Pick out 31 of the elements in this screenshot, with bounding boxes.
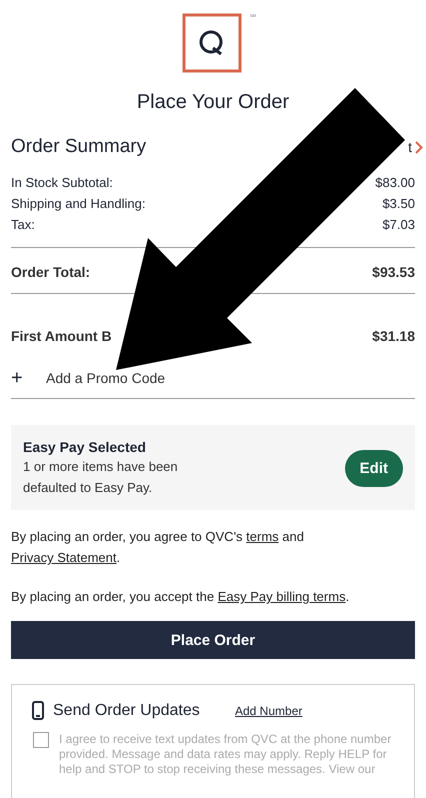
line-value: $7.03	[382, 216, 415, 234]
summary-link[interactable]: t	[408, 139, 412, 155]
edit-button[interactable]: Edit	[344, 450, 403, 487]
place-order-button[interactable]: Place Order	[11, 621, 415, 659]
line-label: Tax:	[11, 216, 35, 234]
plus-icon[interactable]: +	[11, 368, 46, 388]
total-value: $93.53	[372, 264, 415, 280]
line-label: Shipping and Handling:	[11, 195, 146, 213]
terms-link[interactable]: Privacy Statement	[11, 550, 116, 565]
add-number-link[interactable]: Add Number	[235, 704, 302, 718]
terms-link[interactable]: Easy Pay billing terms	[218, 589, 346, 604]
section-title: Order Summary	[11, 136, 148, 158]
promo-code-link[interactable]: Add a Promo Code	[46, 370, 166, 386]
phone-icon	[32, 701, 44, 720]
line-value: $83.00	[375, 174, 415, 192]
line-label: In Stock Subtotal:	[11, 174, 113, 192]
terms-link[interactable]: terms	[246, 529, 279, 544]
page-title: Place Your Order	[136, 90, 290, 115]
first-amount-value: $31.18	[372, 328, 415, 344]
terms-text: By placing an order, you agree to QVC's terms and Privacy Statement.	[11, 528, 305, 567]
total-label: Order Total:	[11, 264, 90, 280]
first-amount-label: First Amount B	[11, 328, 112, 344]
updates-title: Send Order Updates	[53, 702, 201, 720]
terms-text: By placing an order, you accept the Easy Pay billing terms.	[11, 588, 350, 606]
easy-pay-text: 1 or more items have been defaulted to Easy Pay.	[23, 458, 179, 497]
logo-icon	[182, 13, 244, 75]
line-value: $3.50	[382, 195, 415, 213]
chevron-icon[interactable]	[415, 140, 423, 154]
consent-checkbox[interactable]	[33, 732, 49, 748]
consent-text: I agree to receive text updates from QVC at the phone number provided. Message and data rates may apply. Reply HELP for help and STOP to stop receiving these messages. View our	[59, 732, 392, 777]
easy-pay-title: Easy Pay Selected	[23, 439, 147, 455]
